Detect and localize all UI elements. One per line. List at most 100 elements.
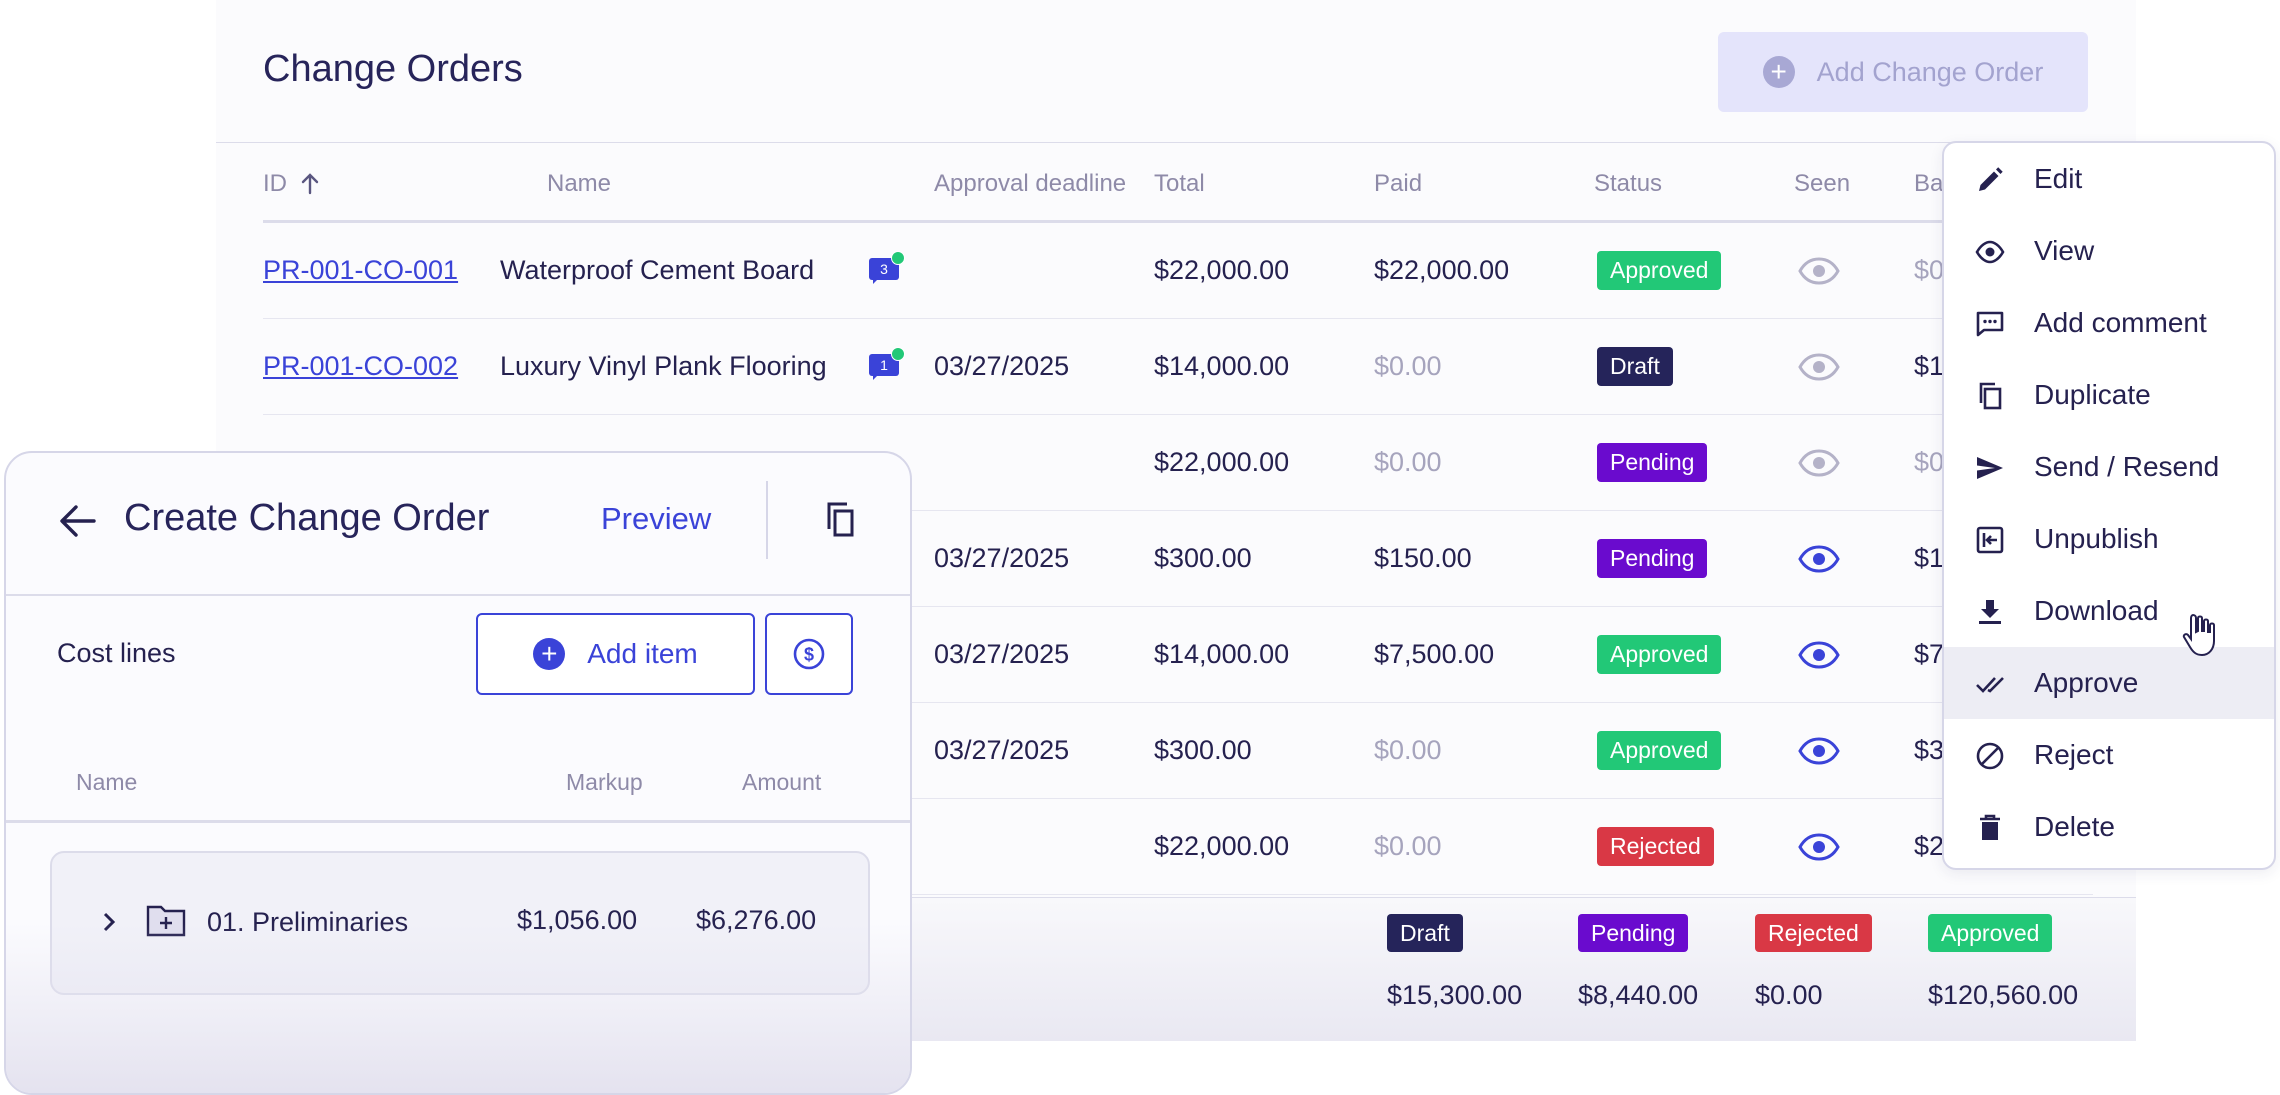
paid-amount: $0.00 — [1374, 447, 1442, 477]
send-icon — [1977, 457, 2003, 479]
cost-group-name: 01. Preliminaries — [207, 907, 409, 937]
eye-icon — [1798, 703, 1840, 798]
summary-rejected-value: $0.00 — [1755, 980, 1823, 1010]
total-amount: $22,000.00 — [1154, 255, 1290, 285]
total-amount: $14,000.00 — [1154, 639, 1290, 669]
paid-amount: $0.00 — [1374, 351, 1442, 381]
balance-amount: $1 — [1914, 351, 1945, 381]
balance-amount: $1 — [1914, 543, 1945, 573]
currency-button[interactable]: $ — [765, 613, 853, 695]
eye-icon — [1975, 240, 2005, 264]
back-arrow-icon[interactable] — [58, 503, 98, 539]
total-amount: $14,000.00 — [1154, 351, 1290, 381]
double-check-icon — [1976, 677, 2004, 693]
menu-item-label: Send / Resend — [2034, 451, 2220, 482]
cost-group-amount: $6,276.00 — [696, 905, 817, 935]
add-item-label: Add item — [587, 638, 698, 669]
panel-table-divider — [6, 820, 910, 823]
status-badge: Approved — [1597, 635, 1722, 674]
column-header-name[interactable]: Name — [547, 170, 611, 198]
menu-item-label: Delete — [2034, 811, 2115, 842]
panel-header-divider — [766, 481, 768, 559]
sort-ascending-icon — [301, 173, 319, 195]
unpublish-icon — [1976, 526, 2004, 554]
summary-approved-badge: Approved — [1928, 914, 2053, 952]
create-change-order-panel: Create Change Order Preview Cost lines +… — [4, 451, 912, 1095]
menu-item-label: View — [2034, 235, 2095, 266]
menu-item-unpublish[interactable]: Unpublish — [1944, 503, 2274, 575]
eye-icon — [1798, 319, 1840, 414]
row-actions-menu: Edit View Add comment Duplicate Send / R… — [1942, 141, 2276, 870]
comments-indicator[interactable]: 1 — [869, 319, 905, 414]
menu-item-reject[interactable]: Reject — [1944, 719, 2274, 791]
summary-draft: Draft — [1387, 914, 1463, 952]
eye-icon — [1798, 799, 1840, 894]
column-header-status[interactable]: Status — [1594, 170, 1662, 198]
balance-amount: $2 — [1914, 831, 1945, 861]
cost-lines-label: Cost lines — [57, 638, 176, 668]
add-change-order-label: Add Change Order — [1816, 56, 2044, 87]
summary-pending-value: $8,440.00 — [1578, 980, 1699, 1010]
eye-icon — [1798, 415, 1840, 510]
balance-amount: $7 — [1914, 639, 1945, 669]
add-change-order-button[interactable]: + Add Change Order — [1718, 32, 2088, 112]
summary-pending-badge: Pending — [1578, 914, 1689, 952]
approval-deadline: 03/27/2025 — [934, 735, 1070, 765]
eye-icon — [1798, 607, 1840, 702]
menu-item-add-comment[interactable]: Add comment — [1944, 287, 2274, 359]
menu-item-approve[interactable]: Approve — [1944, 647, 2274, 719]
balance-amount: $0 — [1914, 255, 1945, 285]
unread-dot — [891, 346, 905, 361]
status-badge: Rejected — [1597, 827, 1714, 866]
menu-item-send[interactable]: Send / Resend — [1944, 431, 2274, 503]
comments-indicator[interactable]: 3 — [869, 223, 905, 318]
column-header-paid[interactable]: Paid — [1374, 170, 1422, 198]
comment-icon — [1976, 311, 2004, 337]
plus-circle-icon: + — [1762, 56, 1795, 88]
download-icon — [1979, 600, 2001, 624]
status-badge: Draft — [1597, 347, 1673, 386]
column-header-deadline[interactable]: Approval deadline — [934, 170, 1126, 198]
block-icon — [1976, 742, 2004, 770]
cost-group-markup: $1,056.00 — [517, 905, 638, 935]
panel-header-line — [6, 594, 910, 596]
balance-amount: $0 — [1914, 447, 1945, 477]
column-header-name: Name — [76, 769, 138, 795]
column-header-seen[interactable]: Seen — [1794, 170, 1850, 198]
preview-button[interactable]: Preview — [601, 501, 711, 537]
total-amount: $300.00 — [1154, 735, 1252, 765]
menu-item-edit[interactable]: Edit — [1944, 143, 2274, 215]
column-header-id-label: ID — [263, 170, 287, 197]
change-order-id-link[interactable]: PR-001-CO-001 — [263, 255, 458, 286]
column-header-total[interactable]: Total — [1154, 170, 1205, 198]
dollar-circle-icon: $ — [793, 638, 825, 670]
cost-group-row[interactable]: 01. Preliminaries $1,056.00 $6,276.00 — [50, 851, 870, 995]
status-badge: Approved — [1597, 731, 1722, 770]
svg-text:$: $ — [804, 645, 814, 665]
hand-cursor-icon — [2182, 612, 2222, 658]
column-header-id[interactable]: ID — [263, 170, 319, 198]
add-item-button[interactable]: + Add item — [476, 613, 755, 695]
summary-draft-badge: Draft — [1387, 914, 1463, 952]
menu-item-duplicate[interactable]: Duplicate — [1944, 359, 2274, 431]
total-amount: $22,000.00 — [1154, 831, 1290, 861]
summary-approved-value: $120,560.00 — [1928, 980, 2079, 1010]
plus-circle-icon: + — [533, 638, 566, 670]
balance-amount: $3 — [1914, 735, 1945, 765]
change-order-id-link[interactable]: PR-001-CO-002 — [263, 351, 458, 382]
summary-pending: Pending — [1578, 914, 1689, 952]
status-badge: Approved — [1597, 251, 1722, 290]
column-header-amount: Amount — [742, 769, 822, 795]
table-row[interactable]: PR-001-CO-002 Luxury Vinyl Plank Flooring… — [263, 319, 2093, 415]
column-header-balance[interactable]: Ba — [1914, 170, 1943, 198]
menu-item-download[interactable]: Download — [1944, 575, 2274, 647]
copy-icon[interactable] — [824, 501, 856, 539]
menu-item-view[interactable]: View — [1944, 215, 2274, 287]
table-row[interactable]: PR-001-CO-001 Waterproof Cement Board 3 $22… — [263, 223, 2093, 319]
menu-item-label: Add comment — [2034, 307, 2207, 338]
menu-item-delete[interactable]: Delete — [1944, 791, 2274, 863]
menu-item-label: Approve — [2034, 667, 2139, 698]
change-order-name: Waterproof Cement Board — [500, 255, 815, 285]
approval-deadline: 03/27/2025 — [934, 543, 1070, 573]
chevron-right-icon[interactable] — [102, 911, 116, 933]
